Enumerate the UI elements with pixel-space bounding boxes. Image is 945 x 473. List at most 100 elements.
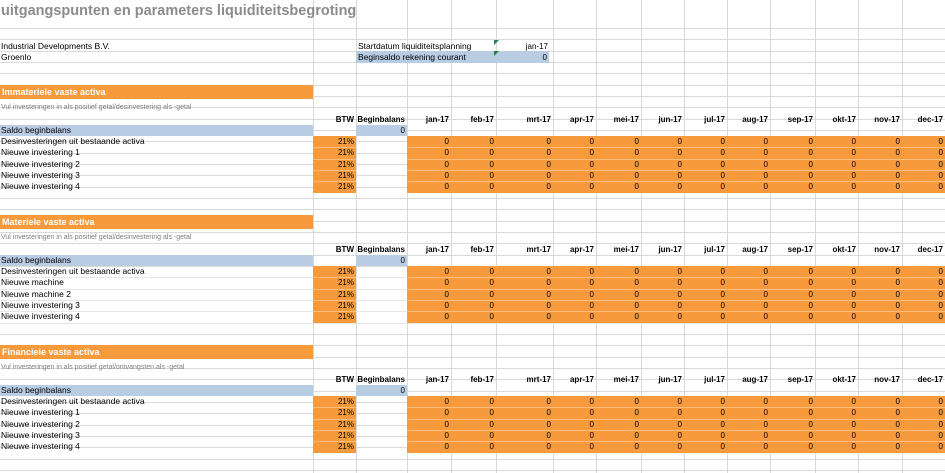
month-value-cell[interactable]: 0 <box>407 430 449 441</box>
month-value-cell[interactable]: 0 <box>640 266 682 277</box>
month-value-cell[interactable]: 0 <box>683 136 725 147</box>
month-value-cell[interactable]: 0 <box>407 147 449 158</box>
month-value-cell[interactable]: 0 <box>901 277 943 288</box>
month-value-cell[interactable]: 0 <box>771 441 813 452</box>
month-value-cell[interactable]: 0 <box>726 396 768 407</box>
month-value-cell[interactable]: 0 <box>814 181 856 192</box>
month-value-cell[interactable]: 0 <box>552 170 594 181</box>
month-value-cell[interactable]: 0 <box>407 311 449 322</box>
month-value-cell[interactable]: 0 <box>726 159 768 170</box>
month-value-cell[interactable]: 0 <box>640 441 682 452</box>
btw-cell[interactable]: 21% <box>313 159 354 170</box>
saldo-value[interactable]: 0 <box>356 255 405 266</box>
month-value-cell[interactable]: 0 <box>901 441 943 452</box>
month-value-cell[interactable]: 0 <box>597 419 639 430</box>
month-value-cell[interactable]: 0 <box>771 430 813 441</box>
btw-cell[interactable]: 21% <box>313 147 354 158</box>
month-value-cell[interactable]: 0 <box>814 136 856 147</box>
month-value-cell[interactable]: 0 <box>814 430 856 441</box>
btw-cell[interactable]: 21% <box>313 311 354 322</box>
month-value-cell[interactable]: 0 <box>407 407 449 418</box>
month-value-cell[interactable]: 0 <box>771 407 813 418</box>
month-value-cell[interactable]: 0 <box>552 289 594 300</box>
month-value-cell[interactable]: 0 <box>640 430 682 441</box>
month-value-cell[interactable]: 0 <box>597 407 639 418</box>
month-value-cell[interactable]: 0 <box>771 159 813 170</box>
month-value-cell[interactable]: 0 <box>814 170 856 181</box>
month-value-cell[interactable]: 0 <box>597 430 639 441</box>
month-value-cell[interactable]: 0 <box>814 277 856 288</box>
month-value-cell[interactable]: 0 <box>597 147 639 158</box>
month-value-cell[interactable]: 0 <box>597 136 639 147</box>
month-value-cell[interactable]: 0 <box>901 311 943 322</box>
month-value-cell[interactable]: 0 <box>552 266 594 277</box>
month-value-cell[interactable]: 0 <box>726 441 768 452</box>
month-value-cell[interactable]: 0 <box>814 419 856 430</box>
month-value-cell[interactable]: 0 <box>726 300 768 311</box>
month-value-cell[interactable]: 0 <box>858 311 900 322</box>
month-value-cell[interactable]: 0 <box>407 289 449 300</box>
btw-cell[interactable]: 21% <box>313 170 354 181</box>
month-value-cell[interactable]: 0 <box>452 181 494 192</box>
month-value-cell[interactable]: 0 <box>640 300 682 311</box>
month-value-cell[interactable]: 0 <box>726 147 768 158</box>
month-value-cell[interactable]: 0 <box>552 300 594 311</box>
saldo-value[interactable]: 0 <box>356 125 405 136</box>
month-value-cell[interactable]: 0 <box>552 136 594 147</box>
month-value-cell[interactable]: 0 <box>509 147 551 158</box>
month-value-cell[interactable]: 0 <box>509 441 551 452</box>
month-value-cell[interactable]: 0 <box>683 407 725 418</box>
month-value-cell[interactable]: 0 <box>509 181 551 192</box>
month-value-cell[interactable]: 0 <box>597 289 639 300</box>
month-value-cell[interactable]: 0 <box>552 396 594 407</box>
month-value-cell[interactable]: 0 <box>858 300 900 311</box>
month-value-cell[interactable]: 0 <box>683 289 725 300</box>
month-value-cell[interactable]: 0 <box>901 159 943 170</box>
month-value-cell[interactable]: 0 <box>858 181 900 192</box>
month-value-cell[interactable]: 0 <box>509 300 551 311</box>
month-value-cell[interactable]: 0 <box>407 136 449 147</box>
month-value-cell[interactable]: 0 <box>726 181 768 192</box>
month-value-cell[interactable]: 0 <box>552 181 594 192</box>
month-value-cell[interactable]: 0 <box>814 300 856 311</box>
month-value-cell[interactable]: 0 <box>452 430 494 441</box>
month-value-cell[interactable]: 0 <box>683 441 725 452</box>
month-value-cell[interactable]: 0 <box>901 407 943 418</box>
month-value-cell[interactable]: 0 <box>640 170 682 181</box>
month-value-cell[interactable]: 0 <box>726 430 768 441</box>
month-value-cell[interactable]: 0 <box>597 441 639 452</box>
month-value-cell[interactable]: 0 <box>683 396 725 407</box>
month-value-cell[interactable]: 0 <box>858 419 900 430</box>
month-value-cell[interactable]: 0 <box>452 311 494 322</box>
beginsaldo-value[interactable]: 0 <box>494 52 547 63</box>
month-value-cell[interactable]: 0 <box>771 170 813 181</box>
month-value-cell[interactable]: 0 <box>901 289 943 300</box>
month-value-cell[interactable]: 0 <box>640 289 682 300</box>
month-value-cell[interactable]: 0 <box>814 289 856 300</box>
month-value-cell[interactable]: 0 <box>683 170 725 181</box>
month-value-cell[interactable]: 0 <box>901 419 943 430</box>
month-value-cell[interactable]: 0 <box>771 311 813 322</box>
btw-cell[interactable]: 21% <box>313 419 354 430</box>
month-value-cell[interactable]: 0 <box>726 136 768 147</box>
month-value-cell[interactable]: 0 <box>640 419 682 430</box>
month-value-cell[interactable]: 0 <box>407 266 449 277</box>
month-value-cell[interactable]: 0 <box>901 147 943 158</box>
month-value-cell[interactable]: 0 <box>683 147 725 158</box>
month-value-cell[interactable]: 0 <box>683 311 725 322</box>
month-value-cell[interactable]: 0 <box>452 289 494 300</box>
month-value-cell[interactable]: 0 <box>509 170 551 181</box>
month-value-cell[interactable]: 0 <box>901 430 943 441</box>
btw-cell[interactable]: 21% <box>313 289 354 300</box>
month-value-cell[interactable]: 0 <box>509 277 551 288</box>
month-value-cell[interactable]: 0 <box>597 300 639 311</box>
month-value-cell[interactable]: 0 <box>552 419 594 430</box>
month-value-cell[interactable]: 0 <box>407 300 449 311</box>
month-value-cell[interactable]: 0 <box>552 441 594 452</box>
month-value-cell[interactable]: 0 <box>858 396 900 407</box>
month-value-cell[interactable]: 0 <box>552 147 594 158</box>
month-value-cell[interactable]: 0 <box>452 170 494 181</box>
month-value-cell[interactable]: 0 <box>640 147 682 158</box>
company-name[interactable]: Industrial Developments B.V. <box>1 41 110 52</box>
month-value-cell[interactable]: 0 <box>771 136 813 147</box>
